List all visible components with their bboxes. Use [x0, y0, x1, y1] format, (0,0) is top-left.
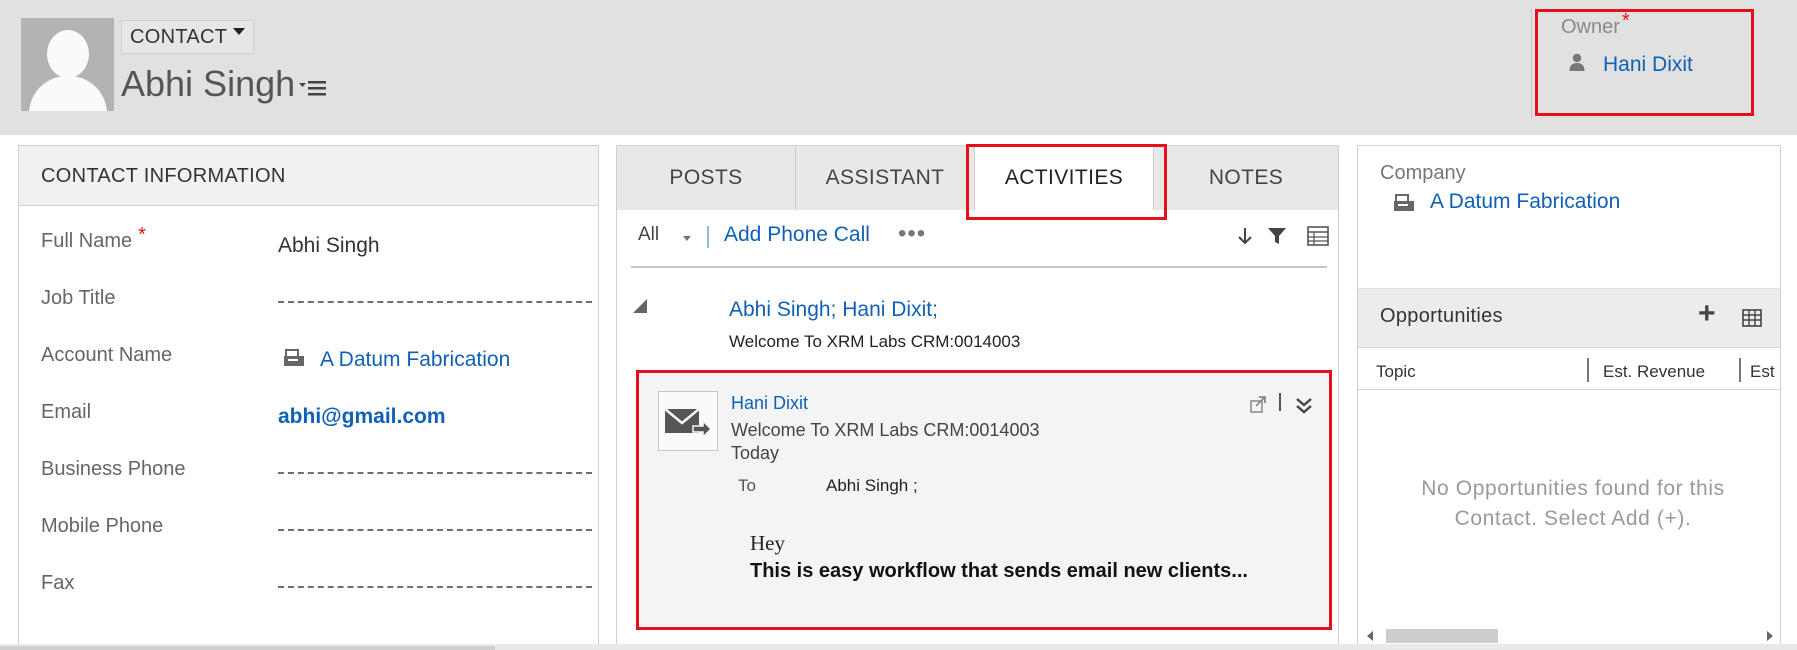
open-record-icon[interactable]	[1249, 395, 1267, 415]
scroll-thumb[interactable]	[1386, 629, 1498, 643]
toolbar-divider	[707, 226, 709, 248]
mobile-phone-input[interactable]	[278, 529, 592, 531]
fax-input[interactable]	[278, 586, 592, 588]
field-account-name: Account Name A Datum Fabrication	[19, 344, 600, 394]
grid-view-icon[interactable]	[1742, 309, 1762, 327]
scroll-right-icon[interactable]	[1767, 631, 1773, 641]
avatar[interactable]	[21, 18, 114, 111]
empty-grid-message: No Opportunities found for this Contact.…	[1421, 477, 1725, 530]
email-to-value: Abhi Singh ;	[826, 476, 918, 495]
tab-notes[interactable]: NOTES	[1154, 146, 1338, 210]
page-scrollbar[interactable]	[0, 644, 1797, 650]
field-label: Business Phone	[41, 458, 186, 480]
add-opportunity-button[interactable]: +	[1698, 297, 1716, 331]
field-label-text: Full Name	[41, 230, 133, 252]
column-divider[interactable]	[1739, 358, 1741, 382]
company-link[interactable]: A Datum Fabrication	[1430, 190, 1620, 214]
thread-subject: Welcome To XRM Labs CRM:0014003	[729, 332, 1021, 351]
job-title-input[interactable]	[278, 301, 592, 303]
form-menu-icon[interactable]	[299, 78, 327, 98]
horizontal-scrollbar[interactable]	[1364, 628, 1776, 644]
add-phone-call-link[interactable]: Add Phone Call	[724, 223, 870, 247]
opportunities-grid-header: Topic Est. Revenue Est	[1358, 352, 1780, 390]
owner-highlight-box	[1535, 9, 1754, 116]
account-icon	[1394, 194, 1414, 211]
related-panel: Company A Datum Fabrication Opportunitie…	[1357, 145, 1781, 650]
required-marker: *	[138, 224, 146, 246]
scroll-left-icon[interactable]	[1367, 631, 1373, 641]
field-label: Mobile Phone	[41, 515, 164, 537]
email-icon	[658, 391, 718, 451]
business-phone-input[interactable]	[278, 472, 592, 474]
email-link[interactable]: abhi@gmail.com	[278, 405, 446, 429]
card-divider	[1279, 393, 1281, 411]
column-est-close[interactable]: Est	[1750, 362, 1775, 382]
account-icon	[284, 349, 304, 366]
view-list-icon[interactable]	[1307, 226, 1329, 246]
tab-activities[interactable]: ACTIVITIES	[975, 146, 1153, 210]
company-label: Company	[1380, 162, 1466, 184]
field-label: Account Name	[41, 344, 173, 366]
record-header: CONTACT Abhi Singh Owner * Hani Dixit	[0, 0, 1797, 135]
field-label: Fax	[41, 572, 75, 594]
email-greeting: Hey	[750, 531, 785, 555]
more-commands-button[interactable]: •••	[898, 220, 926, 248]
record-name: Abhi Singh	[121, 63, 296, 104]
full-name-value[interactable]: Abhi Singh	[278, 234, 380, 258]
tab-posts[interactable]: POSTS	[617, 146, 795, 210]
social-pane: POSTS ASSISTANT ACTIVITIES NOTES All Add…	[616, 145, 1339, 650]
collapse-thread-icon[interactable]	[633, 299, 647, 313]
account-name-link[interactable]: A Datum Fabrication	[320, 348, 510, 372]
activity-filter-select[interactable]: All	[638, 224, 659, 246]
caret-down-icon[interactable]	[683, 236, 691, 241]
page-scroll-thumb[interactable]	[0, 646, 495, 650]
email-date: Today	[731, 443, 780, 463]
contact-information-section: CONTACT INFORMATION Full Name * Abhi Sing…	[18, 145, 599, 650]
filter-icon[interactable]	[1267, 226, 1287, 246]
field-email: Email abhi@gmail.com	[19, 401, 600, 451]
field-mobile-phone: Mobile Phone	[19, 515, 600, 565]
opportunities-header: Opportunities +	[1358, 288, 1780, 348]
field-full-name: Full Name * Abhi Singh	[19, 224, 600, 280]
caret-down-icon	[233, 28, 246, 35]
tab-assistant[interactable]: ASSISTANT	[796, 146, 974, 210]
column-est-revenue[interactable]: Est. Revenue	[1603, 362, 1705, 382]
tab-bar: POSTS ASSISTANT ACTIVITIES NOTES	[617, 146, 1338, 210]
field-business-phone: Business Phone	[19, 458, 600, 508]
thread-participants-link[interactable]: Abhi Singh; Hani Dixit;	[729, 298, 938, 322]
sort-down-icon[interactable]	[1237, 226, 1253, 246]
expand-icon[interactable]	[1295, 395, 1313, 415]
field-label: Job Title	[41, 287, 116, 309]
email-body: This is easy workflow that sends email n…	[750, 560, 1248, 582]
field-label: Full Name *	[41, 224, 146, 253]
column-topic[interactable]: Topic	[1376, 362, 1416, 382]
field-job-title: Job Title	[19, 287, 600, 337]
entity-type-selector[interactable]: CONTACT	[121, 20, 255, 54]
field-fax: Fax	[19, 572, 600, 622]
section-title: CONTACT INFORMATION	[19, 146, 598, 206]
email-to-label: To	[738, 476, 756, 495]
email-activity-card[interactable]: Hani Dixit Welcome To XRM Labs CRM:00140…	[636, 370, 1332, 630]
field-label: Email	[41, 401, 92, 423]
opportunities-title: Opportunities	[1380, 305, 1503, 327]
header-divider	[1531, 9, 1532, 119]
column-divider[interactable]	[1587, 358, 1589, 382]
email-sender-link[interactable]: Hani Dixit	[731, 393, 808, 414]
email-subject: Welcome To XRM Labs CRM:0014003	[731, 420, 1040, 440]
entity-type-label: CONTACT	[130, 26, 228, 48]
